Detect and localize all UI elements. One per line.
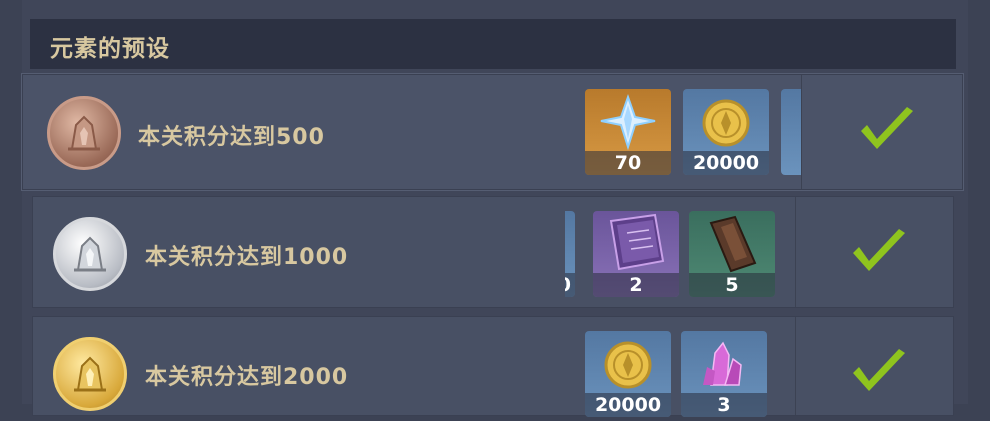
gold-medal-icon bbox=[53, 337, 127, 411]
mystic-enhancement-ore-icon bbox=[709, 215, 757, 273]
heros-wit-book-icon bbox=[609, 213, 665, 271]
reward-count: 20000 bbox=[683, 151, 769, 175]
crystal-chunk-icon bbox=[703, 341, 742, 386]
reward-row-2000: 本关积分达到2000 20000 3 bbox=[32, 316, 954, 417]
reward-item[interactable]: 70 bbox=[585, 89, 671, 175]
checkmark-icon bbox=[861, 107, 913, 149]
reward-count: 5 bbox=[689, 273, 775, 297]
primogem-icon bbox=[600, 93, 656, 151]
reward-item[interactable]: 20000 bbox=[683, 89, 769, 175]
mora-coin-icon bbox=[702, 99, 750, 147]
row-divider bbox=[801, 75, 802, 189]
reward-item-clipped[interactable] bbox=[781, 89, 801, 175]
reward-item[interactable]: 2 bbox=[593, 211, 679, 297]
reward-item[interactable]: 5 bbox=[689, 211, 775, 297]
section-header: 元素的预设 bbox=[30, 19, 956, 69]
reward-list: 70 20000 bbox=[585, 89, 801, 179]
reward-row-500: 本关积分达到500 70 20000 bbox=[22, 74, 963, 190]
row-label: 本关积分达到500 bbox=[138, 125, 325, 150]
row-divider bbox=[795, 317, 796, 415]
bronze-medal-icon bbox=[47, 96, 121, 170]
checkmark-icon bbox=[853, 229, 905, 271]
mora-coin-icon bbox=[604, 341, 652, 389]
reward-item-clipped[interactable]: 0 bbox=[565, 211, 575, 297]
row-label: 本关积分达到2000 bbox=[145, 365, 349, 390]
reward-list: 0 2 5 bbox=[565, 211, 775, 301]
reward-count: 2 bbox=[593, 273, 679, 297]
reward-list: 20000 3 bbox=[585, 331, 785, 421]
reward-count: 3 bbox=[681, 393, 767, 417]
section-title: 元素的预设 bbox=[50, 36, 170, 62]
reward-count: 20000 bbox=[585, 393, 671, 417]
checkmark-icon bbox=[853, 349, 905, 391]
reward-item[interactable]: 3 bbox=[681, 331, 767, 417]
row-divider bbox=[795, 197, 796, 307]
row-label: 本关积分达到1000 bbox=[145, 245, 349, 270]
reward-item[interactable]: 20000 bbox=[585, 331, 671, 417]
reward-count: 0 bbox=[565, 273, 575, 297]
reward-count: 70 bbox=[585, 151, 671, 175]
reward-row-1000: 本关积分达到1000 0 2 5 bbox=[32, 196, 954, 308]
silver-medal-icon bbox=[53, 217, 127, 291]
